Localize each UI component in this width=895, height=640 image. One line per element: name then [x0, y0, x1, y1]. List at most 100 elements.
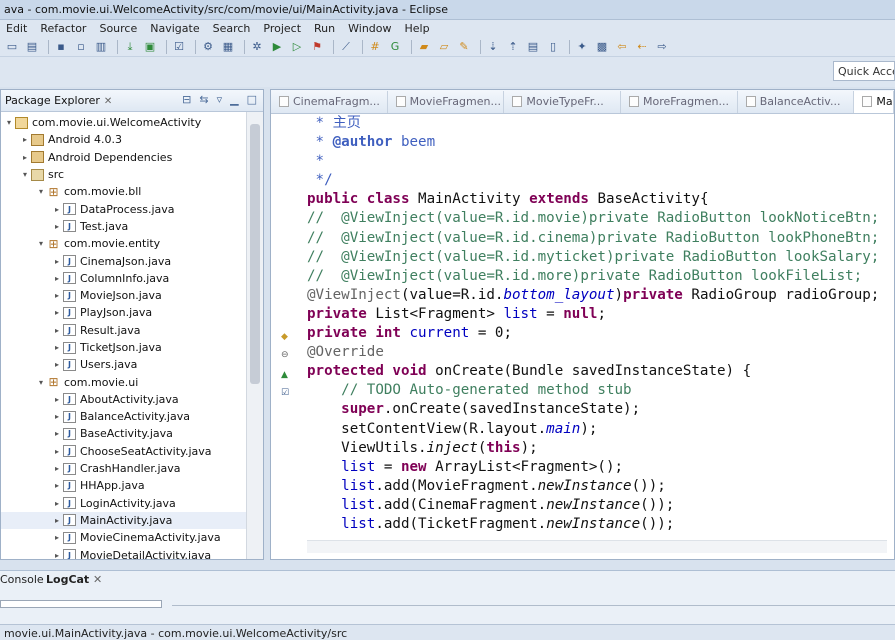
collapsed-arrow-icon[interactable]: ▸ [51, 412, 63, 421]
menu-item-source[interactable]: Source [99, 22, 137, 35]
override-marker-icon[interactable]: ▲ [281, 370, 288, 380]
editor-scrollbar[interactable] [307, 540, 887, 553]
menu-item-window[interactable]: Window [348, 22, 391, 35]
menu-item-refactor[interactable]: Refactor [40, 22, 86, 35]
tree-item[interactable]: ▸ J DataProcess.java [1, 200, 263, 217]
editor-tab[interactable]: MovieFragmen... [388, 91, 505, 113]
wand-icon[interactable]: ⟋ [338, 39, 354, 55]
collapsed-arrow-icon[interactable]: ▸ [51, 291, 63, 300]
new-package-icon[interactable]: # [367, 39, 383, 55]
link-with-editor-icon[interactable]: ⇆ [199, 93, 208, 106]
package-explorer-tab[interactable]: Package Explorer ✕ [1, 94, 116, 107]
tree-item[interactable]: ▸ J ChooseSeatActivity.java [1, 443, 263, 460]
expanded-arrow-icon[interactable]: ▾ [35, 239, 47, 248]
tree-item[interactable]: ▸ J CinemaJson.java [1, 252, 263, 269]
toggle-mark-icon[interactable]: ▤ [525, 39, 541, 55]
console-tab[interactable]: Console [0, 573, 44, 586]
tree-item[interactable]: ▾ ⊞ com.movie.bll [1, 183, 263, 200]
expanded-arrow-icon[interactable]: ▾ [35, 378, 47, 387]
open-resource-icon[interactable]: ▱ [436, 39, 452, 55]
back-dropdown-icon[interactable]: ⇠ [634, 39, 650, 55]
run-icon[interactable]: ▶ [269, 39, 285, 55]
minimize-icon[interactable]: ▁ [230, 93, 238, 106]
collapsed-arrow-icon[interactable]: ▸ [51, 222, 63, 231]
editor-tab[interactable]: CinemaFragm... [271, 91, 388, 113]
tree-item[interactable]: ▸ J MainActivity.java [1, 511, 263, 530]
editor-tab[interactable]: BalanceActiv... [738, 91, 855, 113]
tree-item[interactable]: ▸ J ColumnInfo.java [1, 270, 263, 287]
build-icon[interactable]: ⚙ [200, 39, 216, 55]
collapsed-arrow-icon[interactable]: ▸ [51, 516, 63, 525]
menu-item-search[interactable]: Search [213, 22, 251, 35]
menu-item-project[interactable]: Project [263, 22, 301, 35]
save-all-icon[interactable]: ▫ [73, 39, 89, 55]
new-class-icon[interactable]: G [387, 39, 403, 55]
expanded-arrow-icon[interactable]: ▾ [35, 187, 47, 196]
collapsed-arrow-icon[interactable]: ▸ [19, 153, 31, 162]
new-icon[interactable]: ▭ [4, 39, 20, 55]
tree-item[interactable]: ▾ src [1, 166, 263, 183]
collapsed-arrow-icon[interactable]: ▸ [51, 343, 63, 352]
menu-item-run[interactable]: Run [314, 22, 335, 35]
android-sdk-icon[interactable]: ▣ [142, 39, 158, 55]
tree-item[interactable]: ▸ Android Dependencies [1, 149, 263, 166]
editor-tab[interactable]: Ma [854, 91, 894, 113]
print-icon[interactable]: ▥ [93, 39, 109, 55]
tree-item[interactable]: ▸ J Result.java [1, 322, 263, 339]
tree-item[interactable]: ▸ J AboutActivity.java [1, 391, 263, 408]
tree-icon[interactable]: ▩ [594, 39, 610, 55]
search-icon[interactable]: ✎ [456, 39, 472, 55]
pin-icon[interactable]: ▯ [545, 39, 561, 55]
collapsed-arrow-icon[interactable]: ▸ [51, 205, 63, 214]
view-menu-icon[interactable]: ▿ [217, 93, 223, 106]
collapsed-arrow-icon[interactable]: ▸ [51, 499, 63, 508]
expanded-arrow-icon[interactable]: ▾ [3, 118, 15, 127]
tree-item[interactable]: ▾ com.movie.ui.WelcomeActivity [1, 114, 263, 131]
annotation-next-icon[interactable]: ⇣ [485, 39, 501, 55]
layout-icon[interactable]: ▦ [220, 39, 236, 55]
tree-item[interactable]: ▾ ⊞ com.movie.ui [1, 373, 263, 390]
collapsed-arrow-icon[interactable]: ▸ [51, 360, 63, 369]
tree-item[interactable]: ▸ J PlayJson.java [1, 304, 263, 321]
tree-item[interactable]: ▸ Android 4.0.3 [1, 131, 263, 148]
collapsed-arrow-icon[interactable]: ▸ [19, 135, 31, 144]
annotation-prev-icon[interactable]: ⇡ [505, 39, 521, 55]
save-icon[interactable]: ▪ [53, 39, 69, 55]
expanded-arrow-icon[interactable]: ▾ [19, 170, 31, 179]
collapsed-arrow-icon[interactable]: ▸ [51, 551, 63, 559]
tree-item[interactable]: ▸ J BaseActivity.java [1, 425, 263, 442]
tree-item[interactable]: ▸ J MovieJson.java [1, 287, 263, 304]
tree-item[interactable]: ▸ J Test.java [1, 218, 263, 235]
back-icon[interactable]: ⇦ [614, 39, 630, 55]
maximize-icon[interactable]: □ [247, 93, 257, 106]
collapsed-arrow-icon[interactable]: ▸ [51, 395, 63, 404]
download-icon[interactable]: ⤓ [122, 39, 138, 55]
collapsed-arrow-icon[interactable]: ▸ [51, 464, 63, 473]
menu-item-help[interactable]: Help [405, 22, 430, 35]
collapsed-arrow-icon[interactable]: ▸ [51, 447, 63, 456]
tree-item[interactable]: ▸ J HHApp.java [1, 477, 263, 494]
tree-item[interactable]: ▸ J MovieCinemaActivity.java [1, 529, 263, 546]
menu-item-edit[interactable]: Edit [6, 22, 27, 35]
collapsed-arrow-icon[interactable]: ▸ [51, 257, 63, 266]
run-last-icon[interactable]: ▷ [289, 39, 305, 55]
collapsed-arrow-icon[interactable]: ▸ [51, 308, 63, 317]
last-edit-icon[interactable]: ✦ [574, 39, 590, 55]
editor-tab[interactable]: MoreFragmen... [621, 91, 738, 113]
warning-marker-icon[interactable]: ◆ [281, 332, 288, 342]
fold-icon[interactable]: ⊖ [281, 350, 289, 360]
close-icon[interactable]: ✕ [104, 96, 112, 107]
tree-item[interactable]: ▸ J CrashHandler.java [1, 460, 263, 477]
tree-scrollbar[interactable] [246, 112, 263, 559]
forward-icon[interactable]: ⇨ [654, 39, 670, 55]
tree-item[interactable]: ▸ J LoginActivity.java [1, 495, 263, 512]
tree-item[interactable]: ▾ ⊞ com.movie.entity [1, 235, 263, 252]
collapsed-arrow-icon[interactable]: ▸ [51, 481, 63, 490]
checkbox-icon[interactable]: ☑ [171, 39, 187, 55]
code-text[interactable]: * 主页 * @author beem * */public class Mai… [307, 114, 895, 536]
collapsed-arrow-icon[interactable]: ▸ [51, 533, 63, 542]
tree-item[interactable]: ▸ J TicketJson.java [1, 339, 263, 356]
collapsed-arrow-icon[interactable]: ▸ [51, 429, 63, 438]
collapsed-arrow-icon[interactable]: ▸ [51, 326, 63, 335]
editor-tab[interactable]: MovieTypeFr... [504, 91, 622, 113]
